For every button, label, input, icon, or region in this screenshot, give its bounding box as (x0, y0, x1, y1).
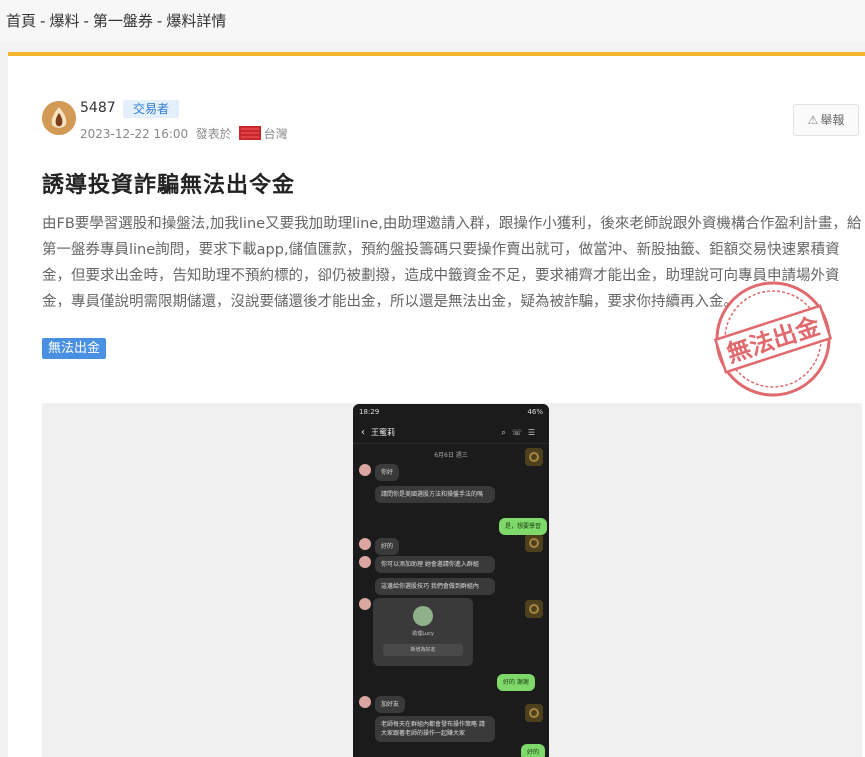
watermark-icon (525, 600, 543, 618)
breadcrumb-home[interactable]: 首頁 (6, 12, 36, 30)
contact-avatar (359, 598, 371, 610)
report-label: 舉報 (820, 113, 845, 127)
friend-card-name: 助理Lucy (412, 631, 434, 637)
status-time: 18:29 (359, 408, 380, 416)
no-withdrawal-stamp: 無法出金 (713, 281, 833, 397)
chat-message: 好的 (375, 538, 400, 555)
status-battery: 46% (527, 408, 543, 416)
role-badge: 交易者 (123, 100, 180, 118)
contact-avatar (359, 556, 371, 568)
chat-message: 老師每天在群組內都會發布操作策略 請大家跟著老師的操作一起賺大家 (375, 716, 495, 742)
chat-message: 是，想要學習 (499, 518, 548, 535)
breadcrumb-baoliao[interactable]: 爆料 (49, 12, 79, 30)
report-button[interactable]: ⚠ 舉報 (793, 104, 859, 136)
chat-message: 加好友 (375, 696, 406, 713)
breadcrumb-separator: - (40, 12, 46, 30)
contact-avatar (359, 538, 371, 550)
breadcrumb-separator: - (156, 12, 163, 30)
chat-header: ‹ 王蜜莉 ⌕☏☰ (353, 422, 549, 444)
avatar-image (42, 101, 76, 135)
posted-in-label: 發表於 (195, 127, 232, 141)
post-datetime: 2023-12-22 16:00 (80, 127, 189, 141)
breadcrumb-bar: 首頁 - 爆料 - 第一盤券 - 爆料詳情 (0, 0, 865, 42)
post-location: 台灣 (263, 127, 288, 141)
post-meta: 2023-12-22 16:00 發表於 台灣 (80, 125, 288, 142)
breadcrumb-current: 爆料詳情 (166, 12, 227, 30)
breadcrumb: 首頁 - 爆料 - 第一盤券 - 爆料詳情 (6, 10, 230, 31)
phone-status-bar: 18:29 46% (353, 404, 549, 422)
post-card: 5487 交易者 2023-12-22 16:00 發表於 台灣 ⚠ 舉報 誘導投… (8, 56, 865, 757)
chat-name: 王蜜莉 (371, 428, 395, 437)
chat-message: 好的 謝謝 (497, 674, 535, 691)
breadcrumb-broker[interactable]: 第一盤券 (93, 12, 153, 30)
chat-message: 你可以添加助理 她會邀請你進入群組 (375, 556, 495, 573)
warning-icon: ⚠ (807, 113, 819, 127)
chat-screenshot[interactable]: 18:29 46% ‹ 王蜜莉 ⌕☏☰ 6月6日 週三 你好 請問你是美國選股方… (353, 404, 549, 757)
friend-card-message: 助理Lucy 新增為好友 (373, 598, 473, 666)
watermark-icon (525, 704, 543, 722)
watermark-icon (525, 448, 543, 466)
chat-message: 好的 (521, 744, 546, 757)
back-icon: ‹ (361, 427, 365, 438)
avatar[interactable] (42, 101, 76, 135)
friend-card-avatar (413, 606, 433, 626)
author-name[interactable]: 5487 (80, 100, 116, 116)
contact-avatar (359, 696, 371, 708)
breadcrumb-separator: - (83, 12, 89, 30)
chat-message: 請問你是美國選股方法和操盤手法的嗎 (375, 486, 495, 503)
post-image-area: 18:29 46% ‹ 王蜜莉 ⌕☏☰ 6月6日 週三 你好 請問你是美國選股方… (42, 403, 862, 757)
chat-date: 6月6日 週三 (434, 452, 468, 459)
add-friend-button: 新增為好友 (383, 644, 463, 656)
post-tag[interactable]: 無法出金 (42, 338, 107, 359)
watermark-icon (525, 534, 543, 552)
taiwan-flag-icon (238, 126, 261, 140)
chat-header-icons: ⌕☏☰ (501, 427, 541, 437)
post-title: 誘導投資詐騙無法出令金 (42, 173, 296, 198)
contact-avatar (359, 464, 371, 476)
chat-message: 你好 (375, 464, 400, 481)
chat-message: 這邊給你選股技巧 我們會做到群組內 (375, 578, 495, 595)
